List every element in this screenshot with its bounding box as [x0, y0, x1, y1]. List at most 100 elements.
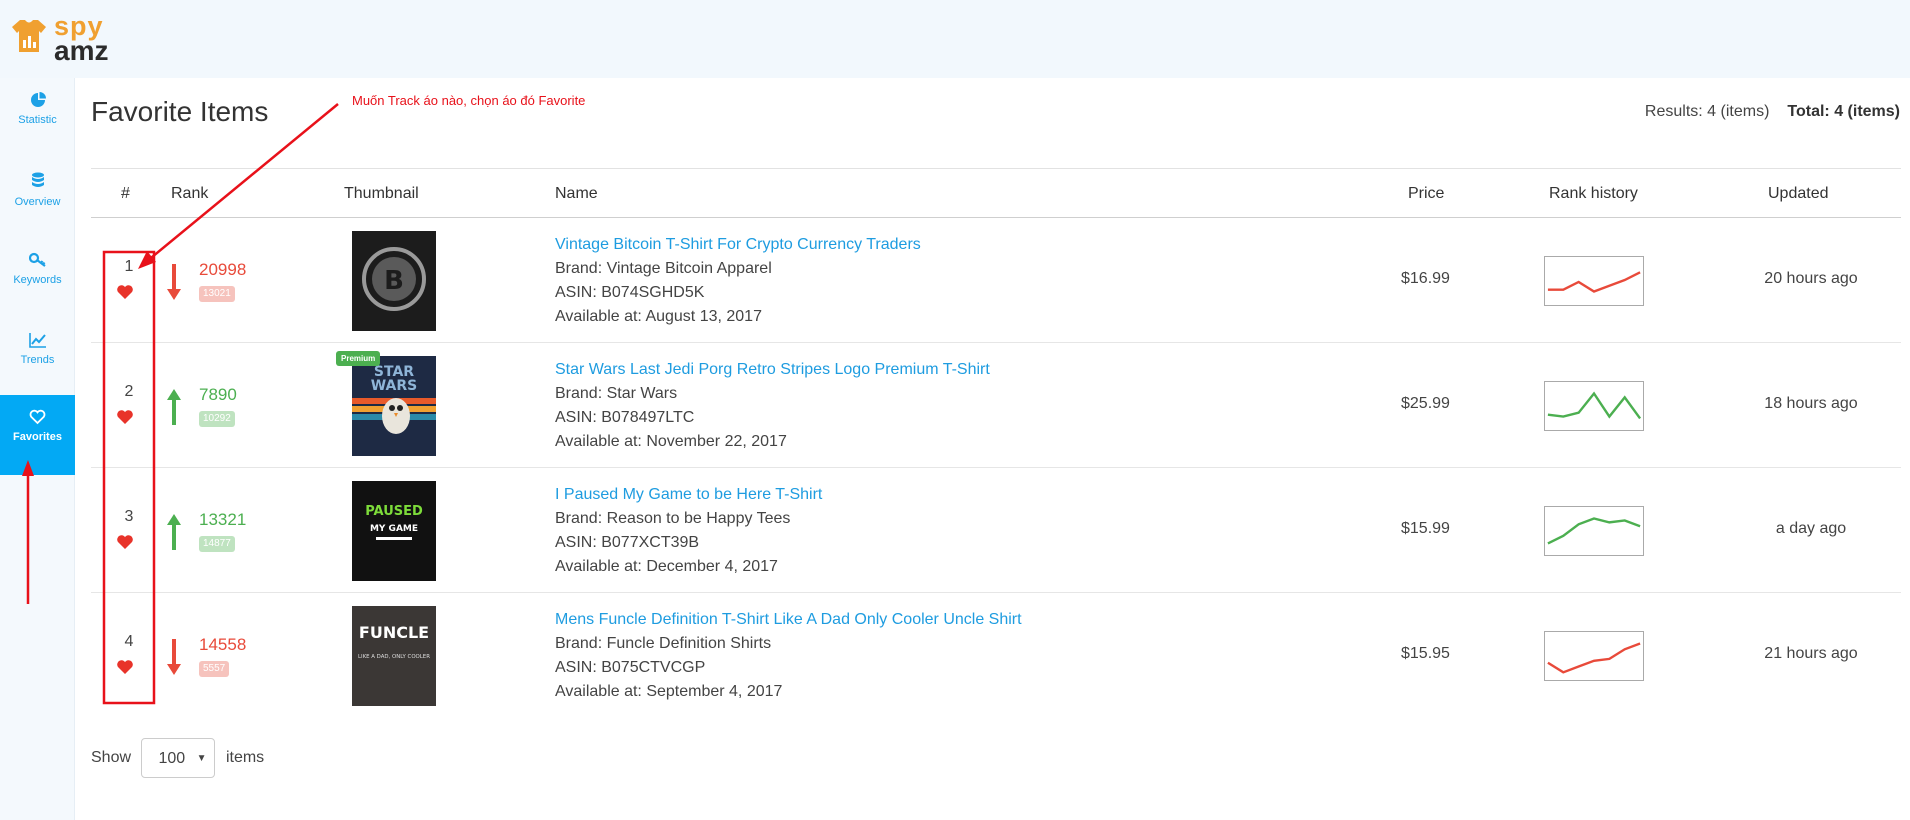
rank-change-badge: 14877: [199, 536, 235, 552]
product-name-link[interactable]: Star Wars Last Jedi Porg Retro Stripes L…: [555, 361, 990, 379]
results-count: Results: 4 (items): [1644, 103, 1770, 120]
row-number: 4: [124, 633, 134, 650]
sidebar-item-favorites[interactable]: Favorites: [0, 395, 75, 475]
sparkline-series: [1547, 391, 1642, 420]
page-title: Favorite Items: [91, 96, 269, 127]
sidebar-item-label: Keywords: [13, 274, 62, 286]
caret-down-icon: ▼: [196, 753, 207, 764]
row-number: 2: [124, 383, 134, 400]
column-header-rank-history: Rank history: [1549, 185, 1638, 202]
rank-change-badge: 5557: [199, 661, 230, 677]
product-price: $15.99: [1401, 520, 1450, 537]
top-header: spy amz: [0, 0, 1910, 78]
database-icon: [31, 172, 44, 187]
svg-text:B: B: [384, 266, 404, 296]
product-price: $15.95: [1401, 645, 1450, 662]
sidebar-item-label: Favorites: [13, 431, 62, 443]
product-thumbnail[interactable]: STAR WARS: [352, 356, 436, 456]
rank-history-sparkline: [1544, 631, 1644, 681]
row-number: 1: [124, 258, 134, 275]
product-asin: ASIN: B074SGHD5K: [555, 284, 705, 301]
sparkline-series: [1547, 271, 1641, 293]
trend-down-arrow-icon: [167, 264, 181, 300]
product-brand: Brand: Funcle Definition Shirts: [555, 635, 772, 652]
product-brand: Brand: Vintage Bitcoin Apparel: [555, 260, 772, 277]
rank-value: 20998: [199, 260, 247, 279]
table-row: 3 13321 14877 PAUSED MY GAME I Paused My…: [91, 468, 1901, 593]
product-available-date: Available at: September 4, 2017: [555, 683, 783, 700]
column-header-updated[interactable]: Updated: [1768, 185, 1829, 203]
thumb-text-line1: PAUSED: [365, 504, 423, 519]
product-asin: ASIN: B075CTVCGP: [555, 659, 706, 676]
paused-game-shirt-image: PAUSED MY GAME: [352, 481, 436, 581]
bitcoin-shirt-image: B: [352, 231, 436, 331]
results-summary: Results: 4 (items) Total: 4 (items): [1645, 103, 1900, 121]
sidebar-item-keywords[interactable]: Keywords: [0, 238, 75, 318]
product-asin: ASIN: B077XCT39B: [555, 534, 700, 551]
product-thumbnail[interactable]: FUNCLE LIKE A DAD, ONLY COOLER: [352, 606, 436, 706]
page-size-value: 100: [158, 750, 186, 767]
total-count: Total: 4 (items): [1787, 103, 1900, 120]
shirt-chart-icon: [12, 20, 46, 52]
row-number: 3: [124, 508, 134, 525]
rank-change-badge: 10292: [199, 411, 235, 427]
thumb-text-line2: MY GAME: [370, 524, 418, 534]
updated-time: 20 hours ago: [1764, 270, 1858, 287]
product-thumbnail[interactable]: PAUSED MY GAME: [352, 481, 436, 581]
product-brand: Brand: Reason to be Happy Tees: [555, 510, 791, 527]
product-price: $16.99: [1401, 270, 1450, 287]
sidebar-item-label: Trends: [20, 354, 55, 366]
favorite-heart-icon[interactable]: [116, 284, 134, 300]
heart-icon: [29, 409, 46, 425]
column-header-name[interactable]: Name: [555, 185, 598, 203]
annotation-note: Muốn Track áo nào, chọn áo đó Favorite: [352, 93, 586, 108]
column-header-rank[interactable]: Rank: [171, 185, 208, 203]
pie-chart-icon: [30, 92, 46, 107]
page-size-control: Show 100 ▼ items: [91, 738, 264, 778]
updated-time: a day ago: [1775, 520, 1847, 537]
product-price: $25.99: [1401, 395, 1450, 412]
favorite-heart-icon[interactable]: [116, 534, 134, 550]
key-icon: [28, 252, 46, 267]
table-row: 2 7890 10292 Premium STAR WARS Star Wars…: [91, 343, 1901, 468]
funcle-shirt-image: FUNCLE LIKE A DAD, ONLY COOLER: [352, 606, 436, 706]
table-row: 1 20998 13021 B Vintage Bitcoin T-Shirt …: [91, 218, 1901, 343]
trend-up-arrow-icon: [167, 389, 181, 425]
column-header-price[interactable]: Price: [1408, 185, 1444, 203]
sparkline-series: [1547, 517, 1641, 545]
rank-value: 7890: [199, 385, 237, 404]
sidebar-item-label: Overview: [14, 196, 61, 208]
product-name-link[interactable]: Vintage Bitcoin T-Shirt For Crypto Curre…: [555, 236, 921, 254]
product-name-link[interactable]: Mens Funcle Definition T-Shirt Like A Da…: [555, 611, 1022, 629]
rank-change-badge: 13021: [199, 286, 235, 302]
logo[interactable]: spy amz: [12, 12, 122, 66]
thumb-text-line2: LIKE A DAD, ONLY COOLER: [358, 654, 430, 660]
product-name-link[interactable]: I Paused My Game to be Here T-Shirt: [555, 486, 822, 504]
porg-shirt-image: STAR WARS: [352, 356, 436, 456]
sidebar-item-overview[interactable]: Overview: [0, 158, 75, 238]
favorites-table: # Rank Thumbnail Name Price Rank history…: [91, 168, 1901, 718]
rank-history-sparkline: [1544, 506, 1644, 556]
show-label: Show: [91, 749, 132, 767]
rank-history-sparkline: [1544, 256, 1644, 306]
table-row: 4 14558 5557 FUNCLE LIKE A DAD, ONLY COO…: [91, 593, 1901, 718]
product-available-date: Available at: December 4, 2017: [555, 558, 778, 575]
favorite-heart-icon[interactable]: [116, 659, 134, 675]
sparkline-series: [1547, 642, 1641, 674]
sidebar-item-trends[interactable]: Trends: [0, 318, 75, 398]
updated-time: 21 hours ago: [1764, 645, 1858, 662]
product-available-date: Available at: August 13, 2017: [555, 308, 762, 325]
thumb-text-line2: WARS: [371, 378, 418, 394]
sidebar-item-label: Statistic: [18, 114, 57, 126]
favorite-heart-icon[interactable]: [116, 409, 134, 425]
rank-value: 14558: [199, 635, 247, 654]
sidebar-item-statistic[interactable]: Statistic: [0, 78, 75, 158]
trend-up-arrow-icon: [167, 514, 181, 550]
product-available-date: Available at: November 22, 2017: [555, 433, 787, 450]
product-asin: ASIN: B078497LTC: [555, 409, 695, 426]
product-thumbnail[interactable]: B: [352, 231, 436, 331]
rank-value: 13321: [199, 510, 247, 529]
logo-text-bottom: amz: [54, 35, 109, 66]
page-size-select[interactable]: 100 ▼: [141, 738, 216, 778]
column-header-thumbnail: Thumbnail: [344, 185, 419, 202]
